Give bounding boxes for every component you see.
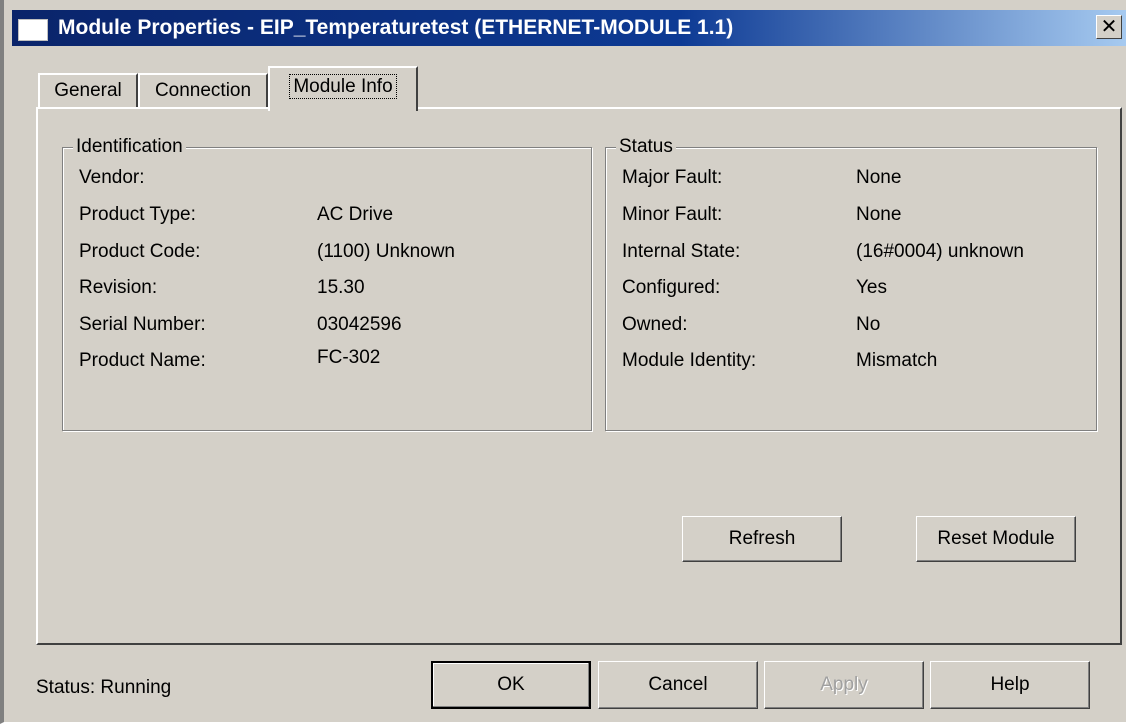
major-fault-label: Major Fault: (622, 167, 723, 188)
tab-module-info-label: Module Info (289, 74, 397, 99)
product-type-label: Product Type: (79, 204, 196, 225)
window-icon (18, 19, 48, 41)
vendor-label: Vendor: (79, 167, 145, 188)
module-properties-window: Module Properties - EIP_Temperaturetest … (0, 0, 1128, 724)
internal-state-label: Internal State: (622, 241, 741, 262)
module-identity-label: Module Identity: (622, 350, 757, 371)
product-code-label: Product Code: (79, 241, 201, 262)
refresh-button[interactable]: Refresh (682, 516, 842, 562)
configured-value: Yes (856, 277, 887, 298)
minor-fault-value: None (856, 204, 902, 225)
module-identity-value: Mismatch (856, 350, 938, 371)
internal-state-value: (16#0004) unknown (856, 241, 1024, 262)
tab-connection-label: Connection (154, 80, 252, 101)
tab-general[interactable]: General (38, 73, 138, 109)
product-name-value: FC-302 (317, 347, 381, 368)
module-info-panel: Identification Vendor: Product Type: AC … (36, 107, 1122, 645)
close-icon[interactable]: ✕ (1096, 15, 1122, 39)
ok-button[interactable]: OK (431, 661, 591, 709)
refresh-button-label: Refresh (728, 528, 796, 549)
tab-module-info[interactable]: Module Info (268, 66, 418, 111)
revision-label: Revision: (79, 277, 158, 298)
tab-connection[interactable]: Connection (138, 73, 268, 109)
help-button[interactable]: Help (930, 661, 1090, 709)
configured-label: Configured: (622, 277, 721, 298)
reset-module-button[interactable]: Reset Module (916, 516, 1076, 562)
product-name-label: Product Name: (79, 350, 206, 371)
status-group: Status Major Fault: None Minor Fault: No… (605, 135, 1097, 431)
identification-group-title: Identification (73, 135, 186, 159)
ok-button-label: OK (497, 674, 525, 695)
title-bar[interactable]: Module Properties - EIP_Temperaturetest … (12, 10, 1126, 46)
product-code-value: (1100) Unknown (317, 241, 456, 262)
status-text: Status: Running (36, 677, 172, 698)
help-button-label: Help (990, 674, 1030, 695)
revision-value: 15.30 (317, 277, 365, 298)
reset-module-button-label: Reset Module (937, 528, 1055, 549)
cancel-button-label: Cancel (648, 674, 708, 695)
identification-group: Identification Vendor: Product Type: AC … (62, 135, 592, 431)
major-fault-value: None (856, 167, 902, 188)
serial-number-value: 03042596 (317, 314, 402, 335)
owned-label: Owned: (622, 314, 688, 335)
apply-button-label: Apply (820, 674, 868, 695)
tab-general-label: General (54, 80, 122, 101)
apply-button: Apply (764, 661, 924, 709)
status-group-title: Status (616, 135, 676, 159)
serial-number-label: Serial Number: (79, 314, 206, 335)
owned-value: No (856, 314, 881, 335)
cancel-button[interactable]: Cancel (598, 661, 758, 709)
product-type-value: AC Drive (317, 204, 394, 225)
minor-fault-label: Minor Fault: (622, 204, 723, 225)
window-title: Module Properties - EIP_Temperaturetest … (58, 16, 734, 39)
